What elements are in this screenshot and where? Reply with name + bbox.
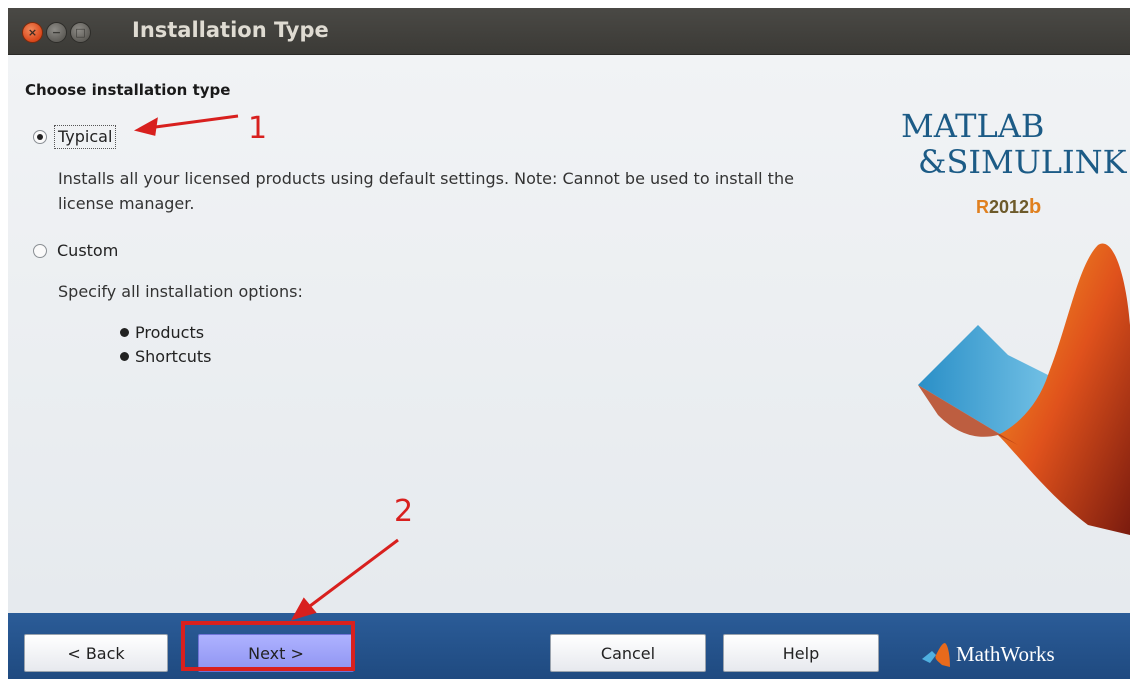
radio-custom[interactable] bbox=[33, 244, 47, 258]
mathworks-membrane-icon bbox=[922, 642, 950, 667]
annotation-marker-2: 2 bbox=[394, 494, 414, 529]
matlab-logo-text: MATLAB bbox=[901, 107, 1045, 145]
maximize-icon[interactable]: □ bbox=[70, 22, 91, 43]
installer-window: × − □ Installation Type Choose installat… bbox=[8, 8, 1130, 679]
typical-description: Installs all your licensed products usin… bbox=[58, 169, 794, 213]
bullet-icon bbox=[120, 352, 129, 361]
title-bar: × − □ Installation Type bbox=[8, 8, 1130, 55]
matlab-membrane-icon bbox=[918, 243, 1130, 535]
content-panel: Choose installation type Typical Install… bbox=[8, 55, 1130, 613]
close-icon[interactable]: × bbox=[22, 22, 43, 43]
window-title: Installation Type bbox=[132, 18, 329, 42]
simulink-logo-text: &SIMULINK bbox=[918, 143, 1127, 181]
page-heading: Choose installation type bbox=[25, 81, 231, 99]
list-item: Products bbox=[120, 323, 204, 342]
release-label: R2012b bbox=[976, 196, 1042, 218]
custom-description: Specify all installation options: bbox=[58, 282, 303, 301]
help-button[interactable]: Help bbox=[723, 634, 879, 672]
annotation-marker-1: 1 bbox=[248, 111, 268, 146]
minimize-icon[interactable]: − bbox=[46, 22, 67, 43]
radio-typical[interactable] bbox=[33, 130, 47, 144]
option-typical-label[interactable]: Typical bbox=[54, 125, 117, 149]
bullet-icon bbox=[120, 328, 129, 337]
cancel-button[interactable]: Cancel bbox=[550, 634, 706, 672]
list-item: Shortcuts bbox=[120, 347, 211, 366]
next-highlight-box bbox=[181, 621, 355, 671]
mathworks-label: MathWorks bbox=[956, 642, 1055, 666]
option-custom-label[interactable]: Custom bbox=[57, 241, 118, 260]
footer-bar: < Back Next > Cancel Help MathWorks bbox=[8, 613, 1130, 679]
back-button[interactable]: < Back bbox=[24, 634, 168, 672]
mathworks-logo: MathWorks bbox=[922, 642, 1055, 667]
